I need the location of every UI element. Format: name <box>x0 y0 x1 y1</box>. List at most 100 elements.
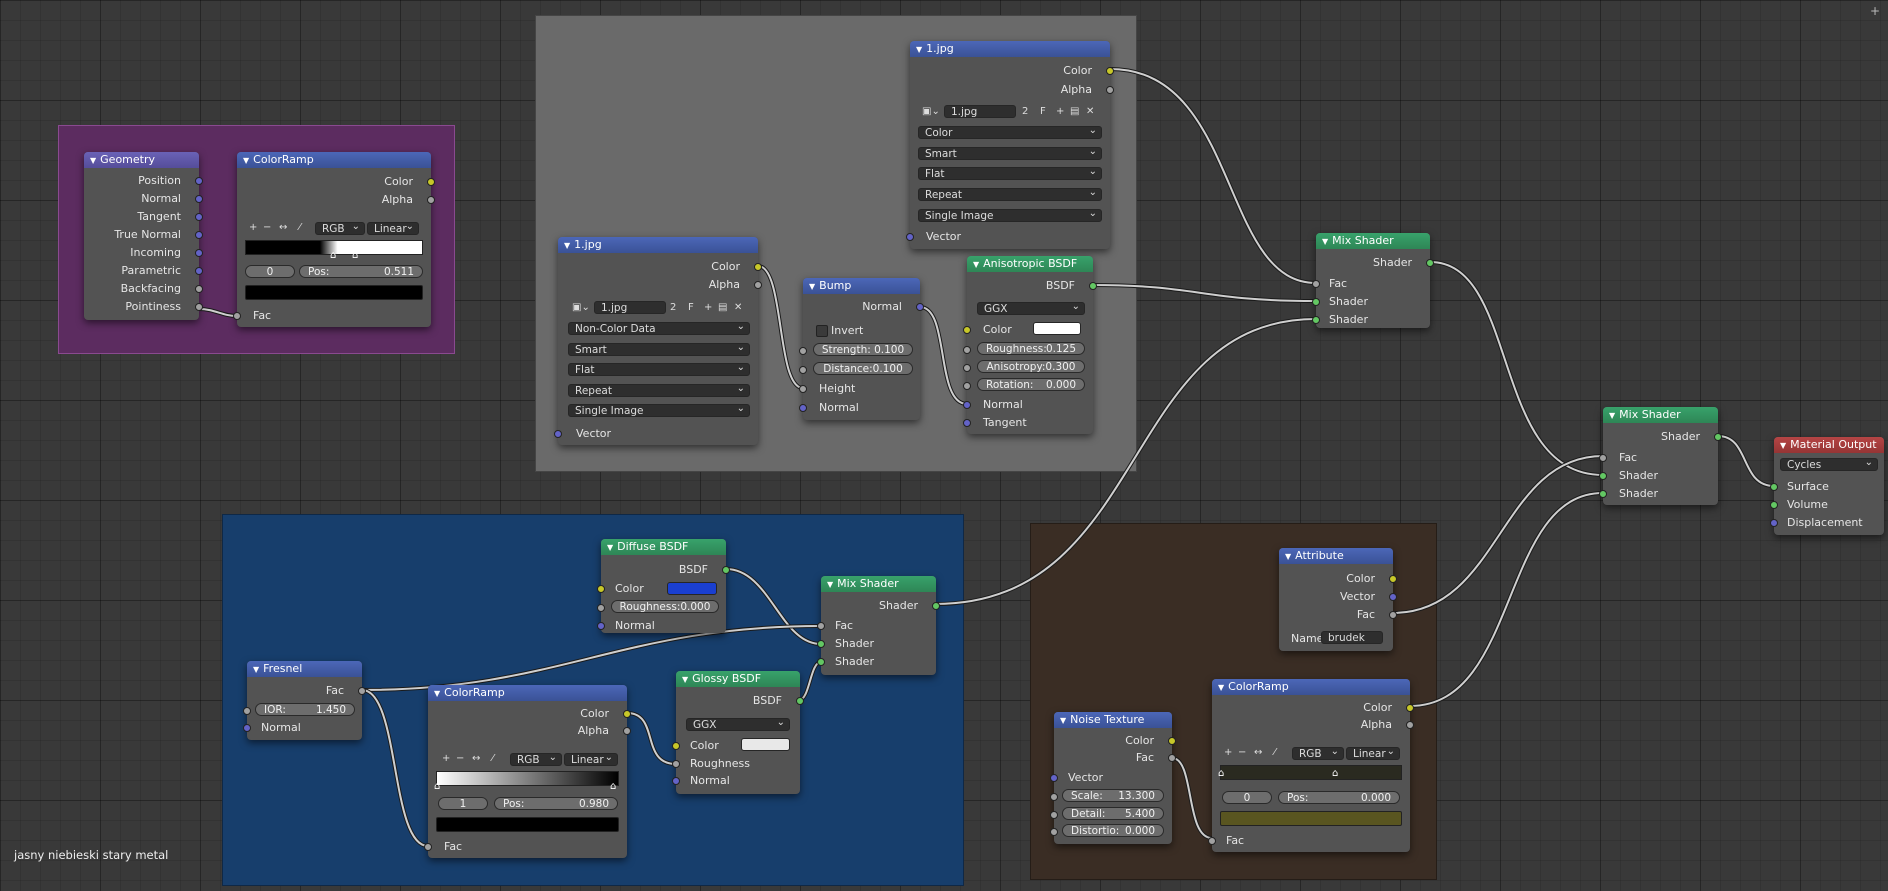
socket-detail-in[interactable] <box>1050 811 1058 819</box>
new-image-icon[interactable]: + <box>704 301 712 314</box>
mix-shader-header[interactable]: ▼ Mix Shader <box>1603 407 1718 423</box>
socket-fac-out[interactable] <box>358 687 366 695</box>
distribution-dropdown[interactable]: GGX <box>977 302 1085 315</box>
mix-shader-header[interactable]: ▼ Mix Shader <box>1316 233 1430 249</box>
socket-bsdf-out[interactable] <box>722 566 730 574</box>
flip-icon[interactable]: ↔ <box>1254 746 1262 759</box>
eyedropper-icon[interactable]: ⁄ <box>1274 746 1276 759</box>
ramp-stop-marker[interactable]: ⌂ <box>1332 767 1338 780</box>
material-output-header[interactable]: ▼ Material Output <box>1774 437 1884 453</box>
socket-alpha-out[interactable] <box>427 196 435 204</box>
collapse-icon[interactable]: ▼ <box>243 156 249 165</box>
color-ramp-gradient[interactable] <box>436 771 619 786</box>
socket-rotation-in[interactable] <box>963 382 971 390</box>
color-swatch[interactable] <box>1033 322 1081 335</box>
noise-texture-node[interactable]: ▼ Noise Texture Color Fac Vector Scale: 13… <box>1050 712 1176 844</box>
eyedropper-icon[interactable]: ⁄ <box>492 752 494 765</box>
scale-field[interactable]: Scale: 13.300 <box>1062 789 1164 802</box>
socket-true-normal[interactable] <box>195 231 203 239</box>
render-engine-dropdown[interactable]: Cycles <box>1780 458 1878 471</box>
socket-color-out[interactable] <box>754 263 762 271</box>
socket-fac-in[interactable] <box>1312 280 1320 288</box>
colorramp-node-2[interactable]: ▼ ColorRamp Color Alpha + − ↔ ⁄ RGB Linea… <box>424 685 631 858</box>
socket-fac-in[interactable] <box>1599 454 1607 462</box>
geometry-header[interactable]: ▼ Geometry <box>84 152 199 168</box>
collapse-icon[interactable]: ▼ <box>90 156 96 165</box>
material-output-node[interactable]: ▼ Material Output Cycles Surface Volume D… <box>1770 437 1884 535</box>
strength-field[interactable]: Strength: 0.100 <box>813 343 913 356</box>
collapse-icon[interactable]: ▼ <box>564 241 570 250</box>
collapse-icon[interactable]: ▼ <box>1218 683 1224 692</box>
stop-color-swatch[interactable] <box>245 285 423 300</box>
distortion-field[interactable]: Distortio: 0.000 <box>1062 824 1164 837</box>
socket-displacement-in[interactable] <box>1770 519 1778 527</box>
color-mode-dropdown[interactable]: RGB <box>510 753 562 766</box>
interpolation-dropdown[interactable]: Linear <box>1346 747 1400 760</box>
collapse-icon[interactable]: ▼ <box>809 282 815 291</box>
ramp-stop-marker-active[interactable]: ⌂ <box>1218 767 1224 780</box>
socket-alpha-out[interactable] <box>1406 721 1414 729</box>
distance-field[interactable]: Distance:0.100 <box>813 362 913 375</box>
remove-stop-icon[interactable]: − <box>456 752 464 765</box>
open-image-icon[interactable]: ▤ <box>1070 105 1079 118</box>
socket-shader-1-in[interactable] <box>1312 298 1320 306</box>
socket-color-in[interactable] <box>597 585 605 593</box>
collapse-icon[interactable]: ▼ <box>973 260 979 269</box>
mix-shader-node-3[interactable]: ▼ Mix Shader Shader Fac Shader Shader <box>817 576 940 675</box>
bump-node[interactable]: ▼ Bump Normal Invert Strength: 0.100 Dist… <box>799 278 924 420</box>
socket-roughness-in[interactable] <box>963 346 971 354</box>
socket-strength-in[interactable] <box>799 347 807 355</box>
active-stop-index[interactable]: 0 <box>245 265 295 278</box>
ramp-stop-marker-active[interactable]: ⌂ <box>352 249 358 262</box>
socket-pointiness[interactable] <box>195 303 203 311</box>
socket-shader-2-in[interactable] <box>1312 316 1320 324</box>
socket-fac-in[interactable] <box>1208 837 1216 845</box>
socket-surface-in[interactable] <box>1770 483 1778 491</box>
collapse-icon[interactable]: ▼ <box>1060 716 1066 725</box>
socket-height-in[interactable] <box>799 385 807 393</box>
socket-shader-2-in[interactable] <box>817 658 825 666</box>
invert-checkbox[interactable] <box>816 325 828 337</box>
extension-dropdown[interactable]: Repeat <box>568 384 750 397</box>
socket-shader-out[interactable] <box>1714 433 1722 441</box>
fresnel-node[interactable]: ▼ Fresnel Fac IOR: 1.450 Normal <box>243 661 366 740</box>
add-stop-icon[interactable]: + <box>442 752 450 765</box>
stop-position-field[interactable]: Pos: 0.511 <box>299 265 423 278</box>
stop-position-field[interactable]: Pos: 0.000 <box>1278 791 1400 804</box>
color-mode-dropdown[interactable]: RGB <box>315 222 365 235</box>
socket-color-in[interactable] <box>672 742 680 750</box>
interpolation-dropdown[interactable]: Linear <box>564 753 618 766</box>
attribute-header[interactable]: ▼ Attribute <box>1279 548 1393 564</box>
collapse-icon[interactable]: ▼ <box>1780 441 1786 450</box>
detail-field[interactable]: Detail: 5.400 <box>1062 807 1164 820</box>
collapse-icon[interactable]: ▼ <box>1609 411 1615 420</box>
socket-shader-out[interactable] <box>932 602 940 610</box>
projection-dropdown[interactable]: Flat <box>568 363 750 376</box>
collapse-icon[interactable]: ▼ <box>1285 552 1291 561</box>
bump-header[interactable]: ▼ Bump <box>803 278 920 294</box>
socket-normal-in[interactable] <box>799 404 807 412</box>
socket-bsdf-out[interactable] <box>1089 282 1097 290</box>
alpha-mode-dropdown[interactable]: Smart <box>568 343 750 356</box>
image-browse-icon[interactable]: ▣⌄ <box>922 105 940 118</box>
socket-normal-out[interactable] <box>916 303 924 311</box>
socket-alpha-out[interactable] <box>754 281 762 289</box>
socket-parametric[interactable] <box>195 267 203 275</box>
source-dropdown[interactable]: Single Image <box>568 404 750 417</box>
socket-normal-in[interactable] <box>243 724 251 732</box>
anisotropic-bsdf-node[interactable]: ▼ Anisotropic BSDF BSDF GGX Color Roughne… <box>963 256 1097 434</box>
diffuse-bsdf-node[interactable]: ▼ Diffuse BSDF BSDF Color Roughness:0.000… <box>597 539 730 633</box>
collapse-icon[interactable]: ▼ <box>253 665 259 674</box>
color-mode-dropdown[interactable]: RGB <box>1292 747 1344 760</box>
collapse-icon[interactable]: ▼ <box>434 689 440 698</box>
attribute-name-input[interactable]: brudek <box>1321 631 1383 644</box>
interpolation-dropdown[interactable]: Linear <box>367 222 419 235</box>
socket-vector-in[interactable] <box>1050 774 1058 782</box>
socket-shader-out[interactable] <box>1426 259 1434 267</box>
roughness-field[interactable]: Roughness:0.000 <box>611 600 719 613</box>
geometry-node[interactable]: ▼ Geometry Position Normal Tangent True N… <box>84 152 203 320</box>
image-texture-header[interactable]: ▼ 1.jpg <box>910 41 1110 57</box>
socket-normal[interactable] <box>195 195 203 203</box>
socket-tangent-in[interactable] <box>963 419 971 427</box>
socket-fac-in[interactable] <box>817 622 825 630</box>
